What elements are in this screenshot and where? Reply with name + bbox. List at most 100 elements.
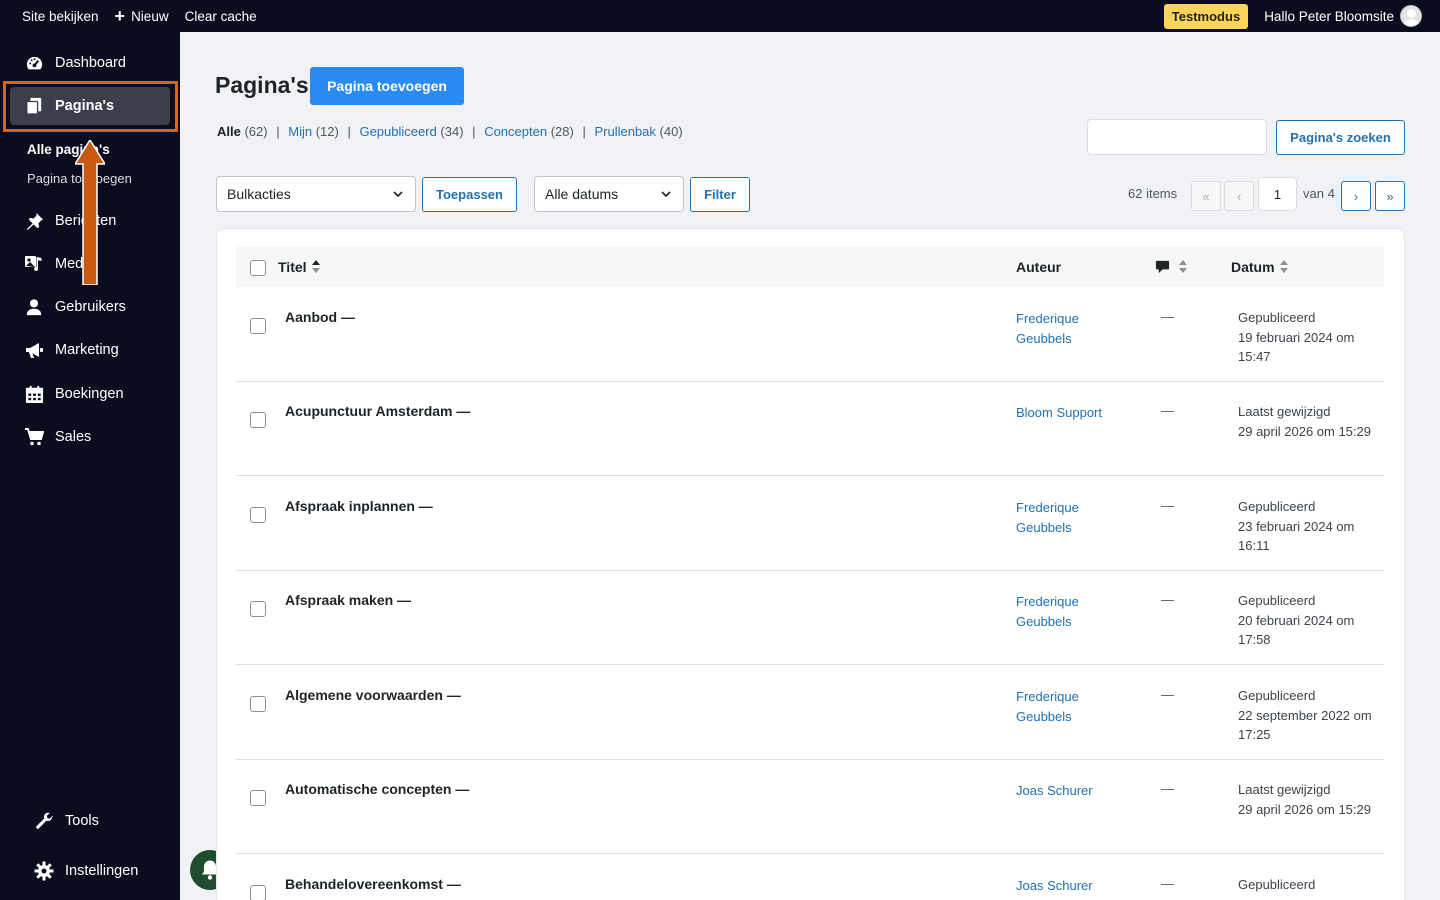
date-cell: Laatst gewijzigd 29 april 2026 om 15:29 bbox=[1238, 780, 1378, 819]
date-filter-value: Alle datums bbox=[545, 186, 619, 202]
view-site-link[interactable]: Site bekijken bbox=[14, 0, 107, 32]
sidebar-item-label: Sales bbox=[55, 429, 92, 445]
submenu-all-pages[interactable]: Alle pagina's bbox=[27, 142, 110, 157]
status-filter-links: Alle (62) | Mijn (12) | Gepubliceerd (34… bbox=[217, 124, 683, 139]
total-pages-label: van 4 bbox=[1303, 186, 1335, 201]
admin-bar: Site bekijken + Nieuw Clear cache Testmo… bbox=[0, 0, 1440, 32]
sidebar-item-label: Media bbox=[55, 256, 95, 272]
date-value: 22 september 2022 om 17:25 bbox=[1238, 707, 1372, 743]
row-checkbox[interactable] bbox=[250, 318, 266, 334]
filter-mine[interactable]: Mijn bbox=[288, 124, 312, 139]
plus-icon: + bbox=[114, 6, 126, 26]
media-icon bbox=[24, 254, 44, 274]
add-page-button[interactable]: Pagina toevoegen bbox=[310, 67, 464, 105]
page-title-link[interactable]: Acupunctuur Amsterdam — bbox=[285, 403, 470, 419]
select-all-checkbox[interactable] bbox=[250, 260, 266, 276]
account-menu[interactable]: Hallo Peter Bloomsite bbox=[1256, 0, 1422, 32]
sidebar-item-media[interactable]: Media bbox=[0, 244, 180, 284]
current-page-input[interactable]: 1 bbox=[1258, 177, 1297, 211]
author-link[interactable]: Frederique Geubbels bbox=[1016, 592, 1131, 631]
sidebar-item-pages[interactable]: Pagina's bbox=[10, 87, 170, 125]
page-title-link[interactable]: Afspraak inplannen — bbox=[285, 498, 433, 514]
sidebar-item-dashboard[interactable]: Dashboard bbox=[0, 43, 180, 83]
page-title: Pagina's bbox=[215, 72, 309, 98]
author-link[interactable]: Frederique Geubbels bbox=[1016, 498, 1131, 537]
last-page-button[interactable]: » bbox=[1375, 181, 1405, 211]
row-checkbox[interactable] bbox=[250, 885, 266, 900]
date-value: 19 februari 2024 om 15:47 bbox=[1238, 329, 1355, 365]
new-label: Nieuw bbox=[131, 8, 169, 24]
separator: | bbox=[582, 124, 586, 139]
filter-trash[interactable]: Prullenbak bbox=[594, 124, 655, 139]
author-link[interactable]: Joas Schurer bbox=[1016, 876, 1131, 896]
row-checkbox[interactable] bbox=[250, 412, 266, 428]
column-title[interactable]: Titel bbox=[278, 259, 320, 275]
view-site-label: Site bekijken bbox=[22, 8, 99, 24]
row-checkbox[interactable] bbox=[250, 601, 266, 617]
filter-published[interactable]: Gepubliceerd bbox=[359, 124, 436, 139]
row-checkbox[interactable] bbox=[250, 507, 266, 523]
row-checkbox[interactable] bbox=[250, 696, 266, 712]
sidebar-item-bookings[interactable]: Boekingen bbox=[0, 374, 180, 414]
page-title-link[interactable]: Afspraak maken — bbox=[285, 592, 411, 608]
comment-count: — bbox=[1161, 687, 1174, 702]
sidebar-item-settings[interactable]: Instellingen bbox=[0, 851, 180, 891]
sidebar-item-label: Marketing bbox=[55, 342, 119, 358]
column-comments[interactable] bbox=[1155, 259, 1187, 274]
chevron-down-icon bbox=[393, 191, 403, 198]
sidebar-item-posts[interactable]: Berichten bbox=[0, 201, 180, 241]
sidebar-item-marketing[interactable]: Marketing bbox=[0, 330, 180, 370]
column-title-label: Titel bbox=[278, 259, 307, 275]
date-cell: Gepubliceerd 23 februari 2024 om 16:11 bbox=[1238, 497, 1378, 556]
column-date[interactable]: Datum bbox=[1231, 259, 1288, 275]
page-title-link[interactable]: Aanbod — bbox=[285, 309, 355, 325]
search-input[interactable] bbox=[1087, 119, 1267, 155]
date-status: Laatst gewijzigd bbox=[1238, 404, 1331, 419]
column-date-label: Datum bbox=[1231, 259, 1275, 275]
date-status: Gepubliceerd bbox=[1238, 310, 1316, 325]
date-filter-select[interactable]: Alle datums bbox=[534, 176, 684, 212]
calendar-icon bbox=[24, 384, 44, 404]
separator: | bbox=[472, 124, 476, 139]
sidebar-item-sales[interactable]: Sales bbox=[0, 417, 180, 457]
sidebar-item-label: Gebruikers bbox=[55, 299, 126, 315]
filter-drafts[interactable]: Concepten bbox=[484, 124, 547, 139]
bulk-actions-select[interactable]: Bulkacties bbox=[216, 176, 416, 212]
filter-all[interactable]: Alle bbox=[217, 124, 241, 139]
search-pages-button[interactable]: Pagina's zoeken bbox=[1276, 120, 1405, 155]
date-cell: Laatst gewijzigd 29 april 2026 om 15:29 bbox=[1238, 402, 1378, 441]
author-link[interactable]: Frederique Geubbels bbox=[1016, 309, 1131, 348]
date-status: Gepubliceerd bbox=[1238, 877, 1316, 892]
sidebar-item-label: Pagina's bbox=[55, 98, 115, 114]
next-page-button[interactable]: › bbox=[1341, 181, 1371, 211]
sidebar-item-label: Instellingen bbox=[65, 863, 139, 879]
sort-icon bbox=[311, 260, 320, 274]
clear-cache-link[interactable]: Clear cache bbox=[177, 0, 265, 32]
filter-button[interactable]: Filter bbox=[690, 177, 750, 212]
comment-count: — bbox=[1161, 592, 1174, 607]
filter-published-count: (34) bbox=[440, 124, 464, 139]
column-author-label: Auteur bbox=[1016, 259, 1062, 275]
table-row: Aanbod — Frederique Geubbels — Gepublice… bbox=[236, 287, 1384, 382]
items-count: 62 items bbox=[1128, 186, 1178, 201]
author-link[interactable]: Frederique Geubbels bbox=[1016, 687, 1131, 726]
new-menu[interactable]: + Nieuw bbox=[107, 0, 177, 32]
users-icon bbox=[24, 297, 44, 317]
author-link[interactable]: Bloom Support bbox=[1016, 403, 1131, 423]
sidebar-item-tools[interactable]: Tools bbox=[0, 801, 180, 841]
pages-icon bbox=[24, 96, 44, 116]
page-title-link[interactable]: Algemene voorwaarden — bbox=[285, 687, 461, 703]
sidebar-item-label: Boekingen bbox=[55, 386, 124, 402]
row-checkbox[interactable] bbox=[250, 790, 266, 806]
page-title-link[interactable]: Automatische concepten — bbox=[285, 781, 469, 797]
table-row: Acupunctuur Amsterdam — Bloom Support — … bbox=[236, 381, 1384, 476]
test-mode-badge[interactable]: Testmodus bbox=[1163, 3, 1249, 29]
page-title-link[interactable]: Behandelovereenkomst — bbox=[285, 876, 461, 892]
submenu-add-page[interactable]: Pagina toevoegen bbox=[27, 171, 132, 186]
apply-button[interactable]: Toepassen bbox=[422, 177, 517, 212]
author-link[interactable]: Joas Schurer bbox=[1016, 781, 1131, 801]
date-cell: Gepubliceerd 19 februari 2024 om 15:47 bbox=[1238, 308, 1378, 367]
sidebar-item-users[interactable]: Gebruikers bbox=[0, 287, 180, 327]
filter-mine-count: (12) bbox=[315, 124, 339, 139]
gear-icon bbox=[34, 861, 54, 881]
